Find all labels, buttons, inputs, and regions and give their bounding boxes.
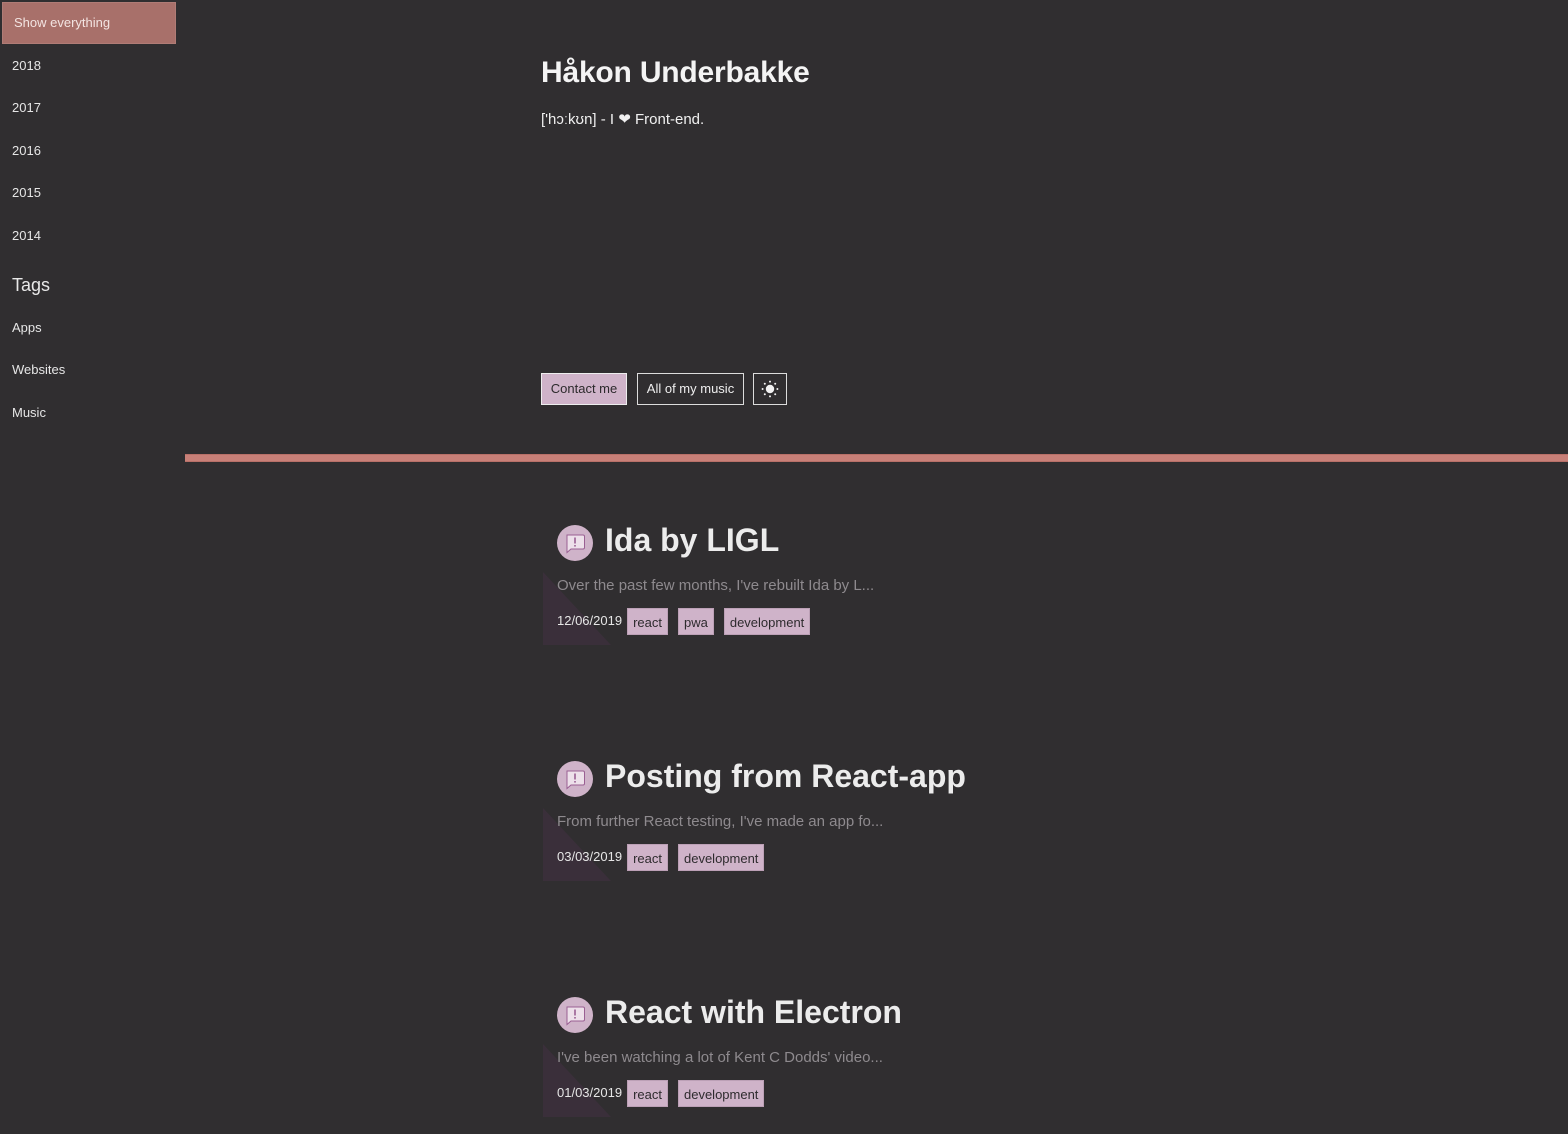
post-title[interactable]: Ida by LIGL [605, 522, 779, 559]
tag-development[interactable]: development [677, 1080, 765, 1107]
post-meta: 12/06/2019 react pwa development [557, 608, 820, 635]
tag-development[interactable]: development [677, 844, 765, 871]
announcement-icon [557, 761, 593, 797]
filter-tag-music[interactable]: Music [12, 405, 46, 420]
filter-year-2016[interactable]: 2016 [12, 143, 41, 158]
post-date: 03/03/2019 [557, 848, 623, 864]
tags-heading: Tags [12, 275, 51, 295]
tag-development[interactable]: development [723, 608, 811, 635]
post-item: React with Electron I've been watching a… [541, 992, 1141, 1122]
contact-button[interactable]: Contact me [541, 373, 627, 405]
announcement-icon [557, 997, 593, 1033]
filter-year-2014[interactable]: 2014 [12, 228, 41, 243]
filter-year-2018[interactable]: 2018 [12, 58, 41, 73]
post-meta: 01/03/2019 react development [557, 1080, 774, 1107]
sun-icon [761, 380, 779, 398]
post-excerpt: Over the past few months, I've rebuilt I… [557, 577, 875, 594]
filter-tag-apps[interactable]: Apps [12, 320, 42, 335]
post-date: 12/06/2019 [557, 612, 623, 628]
sidebar: Show everything 2018 2017 2016 2015 2014… [0, 0, 185, 1134]
tag-react[interactable]: react [627, 608, 668, 635]
site-title: Håkon Underbakke [541, 56, 810, 89]
music-button[interactable]: All of my music [637, 373, 744, 405]
post-item: Ida by LIGL Over the past few months, I'… [541, 520, 1141, 650]
post-title[interactable]: React with Electron [605, 994, 902, 1031]
filter-year-2017[interactable]: 2017 [12, 100, 41, 115]
tag-pwa[interactable]: pwa [677, 608, 714, 635]
post-item: Posting from React-app From further Reac… [541, 756, 1141, 886]
announcement-icon [557, 525, 593, 561]
tag-react[interactable]: react [627, 1080, 668, 1107]
section-divider [185, 454, 1568, 462]
post-excerpt: From further React testing, I've made an… [557, 813, 884, 830]
tag-react[interactable]: react [627, 844, 668, 871]
post-meta: 03/03/2019 react development [557, 844, 774, 871]
post-excerpt: I've been watching a lot of Kent C Dodds… [557, 1049, 883, 1066]
filter-tag-websites[interactable]: Websites [12, 362, 65, 377]
post-title[interactable]: Posting from React-app [605, 758, 966, 795]
filter-show-everything[interactable]: Show everything [2, 2, 176, 44]
tagline: ['hɔːkʊn] - I ❤ Front-end. [541, 111, 705, 128]
filter-year-2015[interactable]: 2015 [12, 185, 41, 200]
post-date: 01/03/2019 [557, 1084, 623, 1100]
theme-toggle-button[interactable] [753, 373, 787, 405]
